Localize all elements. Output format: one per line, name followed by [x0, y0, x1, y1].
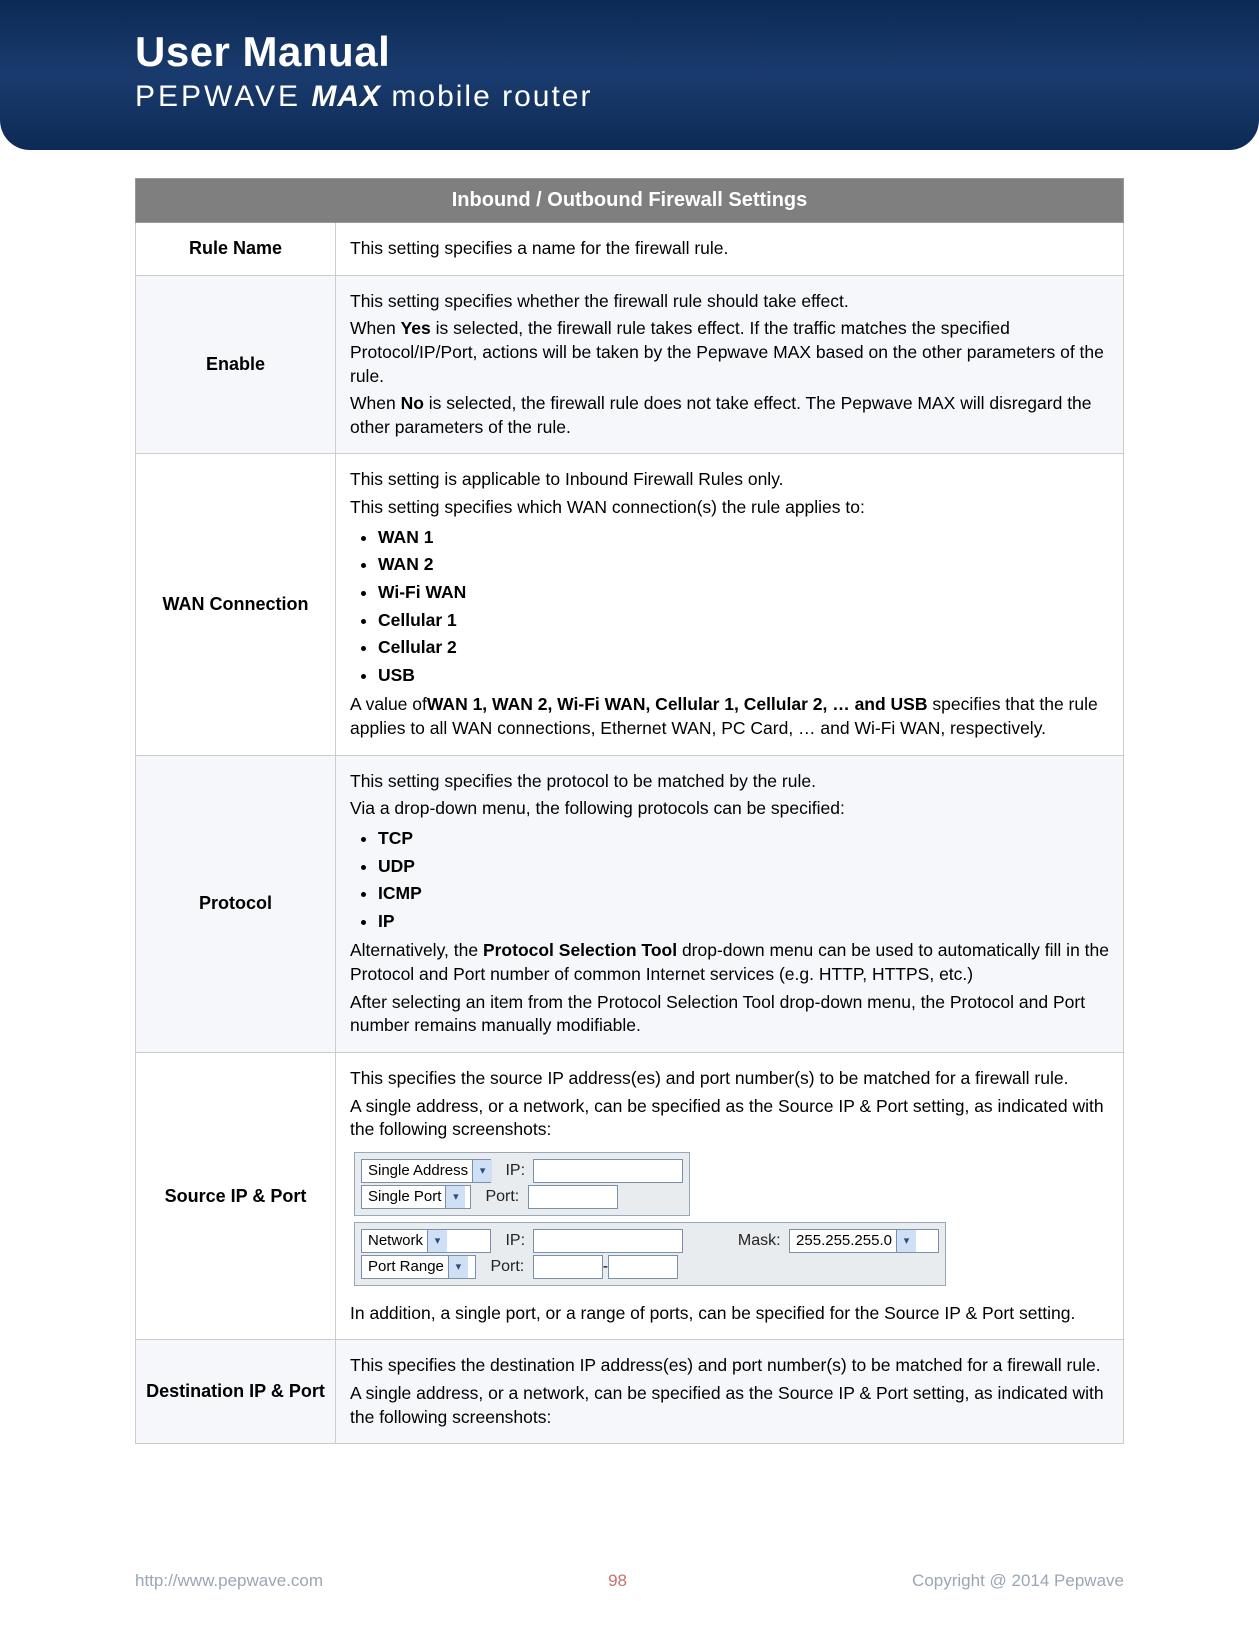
row-label-enable: Enable — [136, 275, 336, 454]
port-to-input[interactable] — [608, 1255, 678, 1279]
list-item: TCP — [378, 827, 1109, 851]
chevron-down-icon: ▾ — [896, 1230, 916, 1252]
paragraph: This setting is applicable to Inbound Fi… — [350, 468, 1109, 492]
row-label-rule-name: Rule Name — [136, 223, 336, 276]
product-max: MAX — [311, 80, 381, 113]
paragraph: This setting specifies the protocol to b… — [350, 770, 1109, 794]
dropdown-mask[interactable]: 255.255.255.0▾ — [789, 1229, 939, 1253]
screenshot-single-address: Single Address▾ IP: Single Port▾ Port: — [354, 1152, 690, 1216]
paragraph: A single address, or a network, can be s… — [350, 1095, 1109, 1142]
bullet-list: WAN 1 WAN 2 Wi-Fi WAN Cellular 1 Cellula… — [378, 526, 1109, 688]
dropdown-address-type[interactable]: Single Address▾ — [361, 1159, 491, 1183]
screenshot-network: Network▾ IP: Mask: 255.255.255.0▾ Port R… — [354, 1222, 946, 1286]
paragraph: This setting specifies whether the firew… — [350, 290, 1109, 314]
ip-input[interactable] — [533, 1229, 683, 1253]
paragraph: Via a drop-down menu, the following prot… — [350, 797, 1109, 821]
row-desc-rule-name: This setting specifies a name for the fi… — [336, 223, 1124, 276]
row-label-source-ip-port: Source IP & Port — [136, 1052, 336, 1340]
paragraph: In addition, a single port, or a range o… — [350, 1302, 1109, 1326]
row-label-destination-ip-port: Destination IP & Port — [136, 1340, 336, 1444]
paragraph: This specifies the destination IP addres… — [350, 1354, 1109, 1378]
row-label-wan: WAN Connection — [136, 454, 336, 755]
row-desc-wan: This setting is applicable to Inbound Fi… — [336, 454, 1124, 755]
port-from-input[interactable] — [533, 1255, 603, 1279]
paragraph: A single address, or a network, can be s… — [350, 1382, 1109, 1429]
list-item: WAN 1 — [378, 526, 1109, 550]
paragraph: This setting specifies a name for the fi… — [350, 237, 1109, 261]
table-row: Protocol This setting specifies the prot… — [136, 755, 1124, 1052]
table-row: Source IP & Port This specifies the sour… — [136, 1052, 1124, 1340]
table-title: Inbound / Outbound Firewall Settings — [136, 179, 1124, 223]
subtitle-rest: mobile router — [381, 80, 592, 113]
list-item: ICMP — [378, 882, 1109, 906]
paragraph: After selecting an item from the Protoco… — [350, 991, 1109, 1038]
table-row: Destination IP & Port This specifies the… — [136, 1340, 1124, 1444]
row-desc-enable: This setting specifies whether the firew… — [336, 275, 1124, 454]
chevron-down-icon: ▾ — [427, 1230, 447, 1252]
footer-url: http://www.pepwave.com — [135, 1571, 323, 1591]
paragraph: A value ofWAN 1, WAN 2, Wi-Fi WAN, Cellu… — [350, 693, 1109, 740]
row-desc-destination-ip-port: This specifies the destination IP addres… — [336, 1340, 1124, 1444]
table-row: Rule Name This setting specifies a name … — [136, 223, 1124, 276]
bullet-list: TCP UDP ICMP IP — [378, 827, 1109, 934]
label-port: Port: — [485, 1186, 519, 1208]
chevron-down-icon: ▾ — [445, 1186, 465, 1208]
list-item: IP — [378, 910, 1109, 934]
paragraph: When No is selected, the firewall rule d… — [350, 392, 1109, 439]
list-item: USB — [378, 664, 1109, 688]
list-item: UDP — [378, 855, 1109, 879]
label-port: Port: — [490, 1256, 524, 1278]
page-footer: http://www.pepwave.com 98 Copyright @ 20… — [0, 1571, 1259, 1591]
paragraph: When Yes is selected, the firewall rule … — [350, 317, 1109, 388]
paragraph: This setting specifies which WAN connect… — [350, 496, 1109, 520]
table-row: WAN Connection This setting is applicabl… — [136, 454, 1124, 755]
dropdown-address-type[interactable]: Network▾ — [361, 1229, 491, 1253]
paragraph: This specifies the source IP address(es)… — [350, 1067, 1109, 1091]
chevron-down-icon: ▾ — [472, 1160, 492, 1182]
footer-copyright: Copyright @ 2014 Pepwave — [912, 1571, 1124, 1591]
row-label-protocol: Protocol — [136, 755, 336, 1052]
paragraph: Alternatively, the Protocol Selection To… — [350, 939, 1109, 986]
content-area: Inbound / Outbound Firewall Settings Rul… — [0, 150, 1259, 1444]
list-item: Cellular 2 — [378, 636, 1109, 660]
list-item: Wi-Fi WAN — [378, 581, 1109, 605]
doc-title: User Manual — [135, 28, 1259, 76]
chevron-down-icon: ▾ — [448, 1256, 468, 1278]
list-item: WAN 2 — [378, 553, 1109, 577]
dropdown-port-type[interactable]: Port Range▾ — [361, 1255, 476, 1279]
row-desc-protocol: This setting specifies the protocol to b… — [336, 755, 1124, 1052]
dropdown-port-type[interactable]: Single Port▾ — [361, 1185, 471, 1209]
settings-table: Inbound / Outbound Firewall Settings Rul… — [135, 178, 1124, 1444]
list-item: Cellular 1 — [378, 609, 1109, 633]
brand-text: PEPWAVE — [135, 80, 301, 113]
screenshot-embedded: Single Address▾ IP: Single Port▾ Port: — [354, 1152, 1109, 1292]
doc-subtitle: PEPWAVE MAX mobile router — [135, 80, 1259, 114]
row-desc-source-ip-port: This specifies the source IP address(es)… — [336, 1052, 1124, 1340]
port-input[interactable] — [528, 1185, 618, 1209]
header-band: User Manual PEPWAVE MAX mobile router — [0, 0, 1259, 150]
page-number: 98 — [608, 1571, 627, 1591]
label-mask: Mask: — [738, 1230, 781, 1252]
label-ip: IP: — [505, 1160, 525, 1182]
ip-input[interactable] — [533, 1159, 683, 1183]
table-row: Enable This setting specifies whether th… — [136, 275, 1124, 454]
document-page: User Manual PEPWAVE MAX mobile router In… — [0, 0, 1259, 1651]
label-ip: IP: — [505, 1230, 525, 1252]
